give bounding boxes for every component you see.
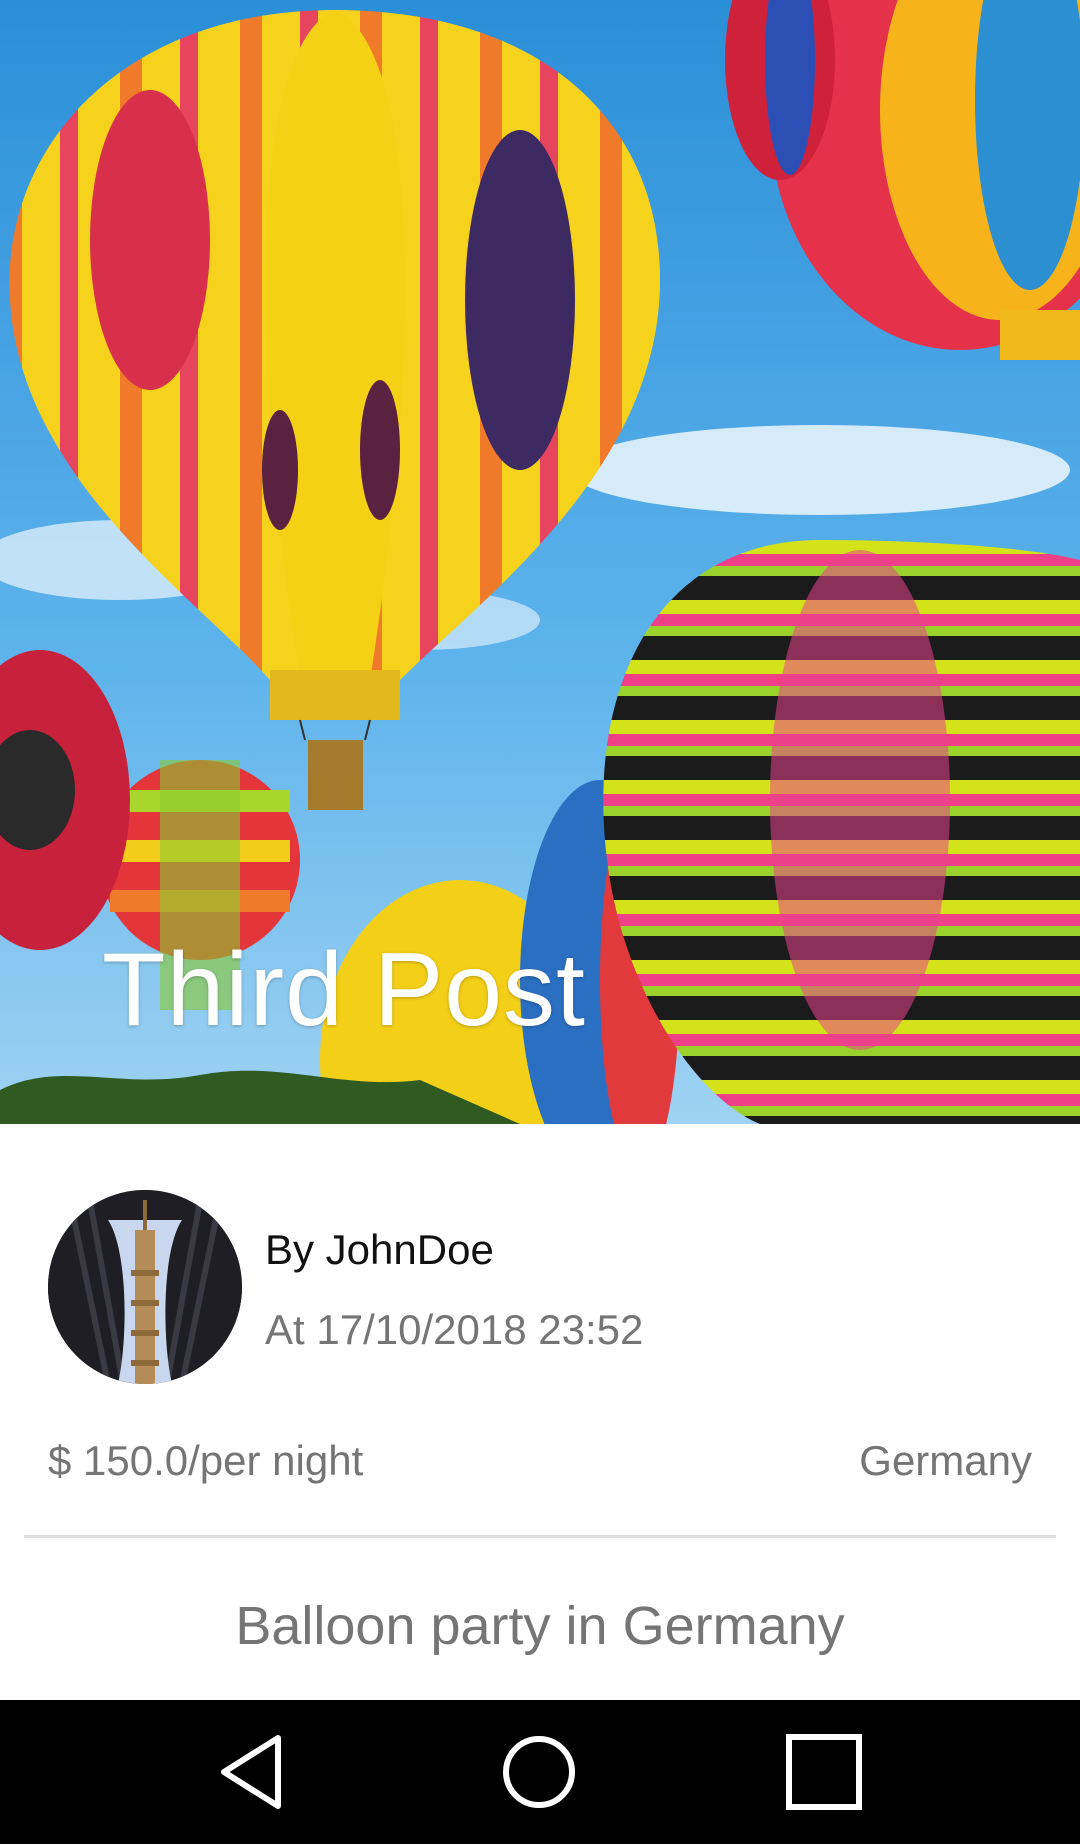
avatar[interactable] xyxy=(48,1190,242,1384)
back-triangle-icon[interactable] xyxy=(214,1732,294,1812)
post-date: At 17/10/2018 23:52 xyxy=(265,1306,644,1353)
location-label: Germany xyxy=(859,1437,1032,1484)
hero-image: Third Post xyxy=(0,0,1080,1124)
home-circle-icon[interactable] xyxy=(499,1732,579,1812)
tower-photo xyxy=(48,1190,242,1384)
price-label: $ 150.0/per night xyxy=(48,1437,364,1484)
post-description: Balloon party in Germany xyxy=(235,1596,845,1656)
system-navigation-bar xyxy=(0,1700,1080,1844)
post-title: Third Post xyxy=(102,932,586,1048)
author-name[interactable]: By JohnDoe xyxy=(265,1226,494,1274)
author-row: By JohnDoe At 17/10/2018 23:52 xyxy=(48,1190,1048,1384)
recents-square-icon[interactable] xyxy=(784,1732,864,1812)
divider xyxy=(24,1535,1056,1538)
